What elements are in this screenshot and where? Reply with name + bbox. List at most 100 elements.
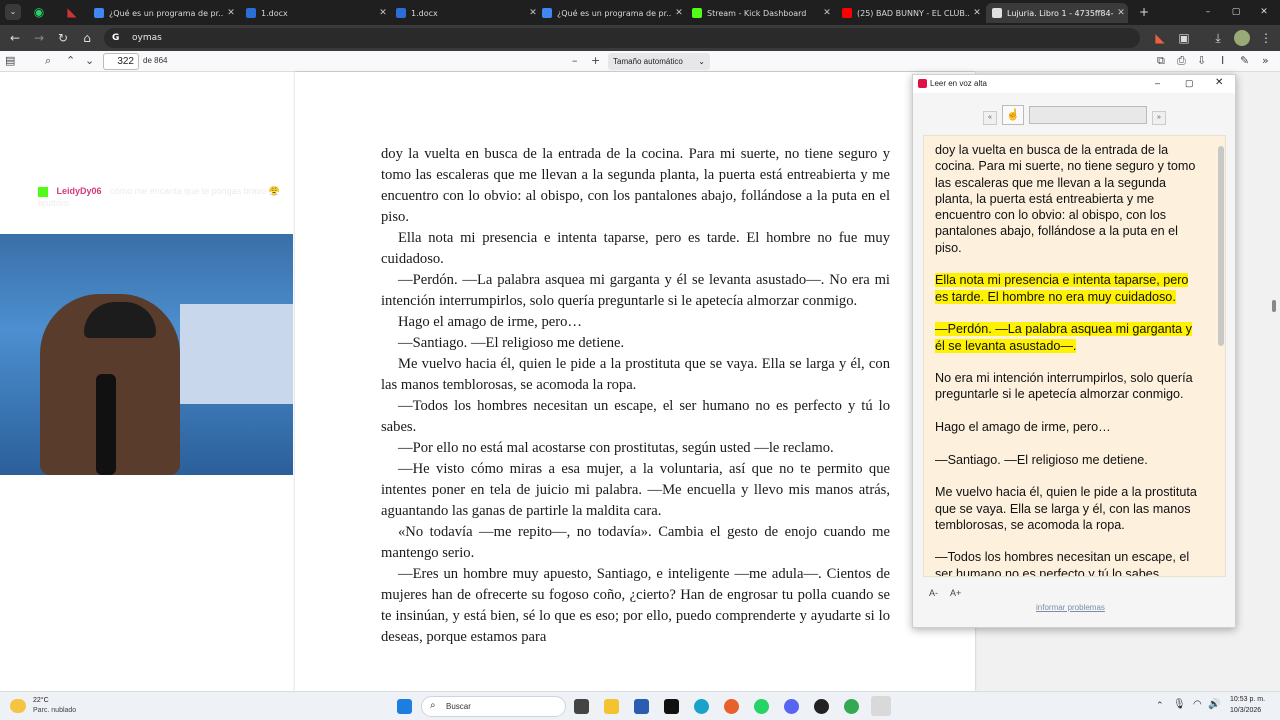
- back-icon[interactable]: ←: [7, 30, 23, 46]
- start-icon[interactable]: [397, 699, 412, 714]
- more-tools-icon[interactable]: »: [1262, 54, 1269, 67]
- maximize-icon[interactable]: ▢: [1228, 4, 1244, 20]
- kick-icon: [38, 186, 48, 197]
- taskbar-search[interactable]: ⌕ Buscar: [421, 696, 566, 717]
- read-aloud-paragraph: —Todos los hombres necesitan un escape, …: [935, 549, 1205, 576]
- app-icon[interactable]: ◣: [64, 4, 80, 20]
- print-icon[interactable]: ⎙: [1177, 54, 1186, 68]
- home-icon[interactable]: ⌂: [79, 30, 95, 46]
- tab-close-icon[interactable]: ✕: [376, 8, 390, 18]
- close-icon[interactable]: ✕: [1215, 77, 1223, 88]
- discord-icon[interactable]: [784, 699, 799, 714]
- tab-5[interactable]: (25) BAD BUNNY - EL CLÚB... ✕: [836, 3, 984, 23]
- address-bar[interactable]: G oymas: [104, 28, 1140, 48]
- taskbar: 22°C Parc. nublado ⌕ Buscar ⌃ 🎙 ◠ 🔊 10:5…: [0, 691, 1280, 720]
- taskview-icon[interactable]: [574, 699, 589, 714]
- tab-close-icon[interactable]: ✕: [1114, 8, 1128, 18]
- new-tab-icon[interactable]: +: [1136, 4, 1152, 20]
- tab-close-icon[interactable]: ✕: [224, 8, 238, 18]
- read-aloud-paragraph: —Santiago. —El religioso me detiene.: [935, 452, 1205, 468]
- menu-icon[interactable]: ⋮: [1258, 30, 1274, 46]
- active-app-icon[interactable]: [871, 696, 891, 716]
- rewind-button[interactable]: «: [983, 111, 997, 125]
- tab-2[interactable]: 1.docx ✕: [390, 3, 540, 23]
- read-aloud-titlebar: Leer en voz alta – ▢ ✕: [913, 75, 1235, 93]
- prev-page-icon[interactable]: ⌃: [66, 54, 75, 67]
- weather-icon[interactable]: [10, 699, 26, 713]
- tab-search-icon[interactable]: ⌄: [5, 4, 21, 20]
- tab-4[interactable]: Stream - Kick Dashboard ✕: [686, 3, 834, 23]
- read-aloud-text-panel: doy la vuelta en busca de la entrada de …: [923, 135, 1226, 577]
- progress-bar[interactable]: [1029, 106, 1147, 124]
- whatsapp-icon[interactable]: ◉: [31, 4, 47, 20]
- tab-favicon-icon: [396, 8, 406, 18]
- font-decrease-button[interactable]: A-: [929, 588, 938, 598]
- open-external-icon[interactable]: ⧉: [1157, 54, 1165, 68]
- tab-6[interactable]: Lujuria. Libro 1 - 4735ff84-a...✕: [986, 3, 1128, 23]
- play-button[interactable]: ☝: [1002, 105, 1024, 125]
- capcut-icon[interactable]: [664, 699, 679, 714]
- profile-avatar[interactable]: [1234, 30, 1250, 46]
- tab-3[interactable]: ¿Qué es un programa de pr... ✕: [536, 3, 686, 23]
- save-icon[interactable]: ⇩: [1197, 54, 1206, 67]
- store-icon[interactable]: [634, 699, 649, 714]
- firefox-icon[interactable]: [724, 699, 739, 714]
- page-paragraph: —Perdón. —La palabra asquea mi garganta …: [381, 272, 890, 309]
- download-icon[interactable]: ⤓: [1210, 30, 1226, 46]
- page-paragraph: «No todavía —me repito—, no todavía». Ca…: [381, 524, 890, 561]
- whatsapp-icon[interactable]: [754, 699, 769, 714]
- read-aloud-paragraph: —Perdón. —La palabra asquea mi garganta …: [935, 321, 1205, 354]
- paragraph-text: —Santiago. —El religioso me detiene.: [935, 452, 1148, 467]
- forward-button[interactable]: »: [1152, 111, 1166, 125]
- minimize-icon[interactable]: –: [1155, 78, 1160, 88]
- page-paragraph: doy la vuelta en busca de la entrada de …: [381, 146, 890, 225]
- chrome-icon[interactable]: [844, 699, 859, 714]
- zoom-out-icon[interactable]: –: [572, 54, 578, 67]
- search-icon: ⌕: [430, 700, 436, 711]
- tab-close-icon[interactable]: ✕: [820, 8, 834, 18]
- page-total: de 864: [143, 56, 168, 65]
- tab-close-icon[interactable]: ✕: [672, 8, 686, 18]
- explorer-icon[interactable]: [604, 699, 619, 714]
- zoom-select[interactable]: Tamaño automático ⌄: [608, 53, 710, 70]
- obs-icon[interactable]: [814, 699, 829, 714]
- find-icon[interactable]: ⌕: [45, 54, 51, 68]
- page-paragraph: Hago el amago de irme, pero…: [398, 314, 582, 330]
- clock-date[interactable]: 10/3/2026: [1230, 707, 1261, 714]
- extension-icon[interactable]: ◣: [1152, 30, 1168, 46]
- read-aloud-paragraph: Me vuelvo hacia él, quien le pide a la p…: [935, 484, 1205, 533]
- tab-close-icon[interactable]: ✕: [970, 8, 984, 18]
- panel-scrollbar[interactable]: [1218, 146, 1224, 346]
- webcam-shelf: [180, 304, 293, 404]
- zoom-in-icon[interactable]: +: [591, 54, 600, 67]
- sidebar-toggle-icon[interactable]: ▤: [5, 54, 15, 67]
- mic-icon[interactable]: 🎙: [1173, 699, 1186, 710]
- volume-icon[interactable]: 🔊: [1208, 699, 1220, 710]
- clock-time[interactable]: 10:53 p. m.: [1230, 696, 1265, 703]
- maximize-icon[interactable]: ▢: [1185, 78, 1194, 89]
- webcam-mic: [96, 374, 116, 475]
- page-number-input[interactable]: 322: [103, 53, 139, 70]
- reload-icon[interactable]: ↻: [55, 30, 71, 46]
- draw-icon[interactable]: ✎: [1240, 54, 1249, 67]
- report-link[interactable]: informar problemas: [1036, 603, 1105, 612]
- zoom-value: Tamaño automático: [613, 57, 683, 66]
- wifi-icon[interactable]: ◠: [1193, 699, 1202, 710]
- paragraph-text: Me vuelvo hacia él, quien le pide a la p…: [935, 485, 1197, 532]
- close-window-icon[interactable]: ✕: [1256, 4, 1272, 20]
- forward-icon[interactable]: →: [31, 30, 47, 46]
- text-cursor-icon[interactable]: I: [1221, 54, 1224, 67]
- tab-0[interactable]: ¿Qué es un programa de pr... ✕: [88, 3, 238, 23]
- puzzle-icon[interactable]: ▣: [1176, 30, 1192, 46]
- edge-icon[interactable]: [694, 699, 709, 714]
- read-aloud-title: Leer en voz alta: [930, 79, 987, 88]
- minimize-icon[interactable]: –: [1200, 4, 1216, 20]
- read-aloud-app-icon: [918, 79, 927, 88]
- scrollbar-thumb[interactable]: [1272, 300, 1276, 312]
- next-page-icon[interactable]: ⌄: [85, 54, 94, 67]
- tray-chevron-icon[interactable]: ⌃: [1156, 700, 1164, 711]
- tab-label: Lujuria. Libro 1 - 4735ff84-a...: [1007, 8, 1114, 18]
- tab-1[interactable]: 1.docx ✕: [240, 3, 390, 23]
- tab-favicon-icon: [94, 8, 104, 18]
- font-increase-button[interactable]: A+: [950, 588, 961, 598]
